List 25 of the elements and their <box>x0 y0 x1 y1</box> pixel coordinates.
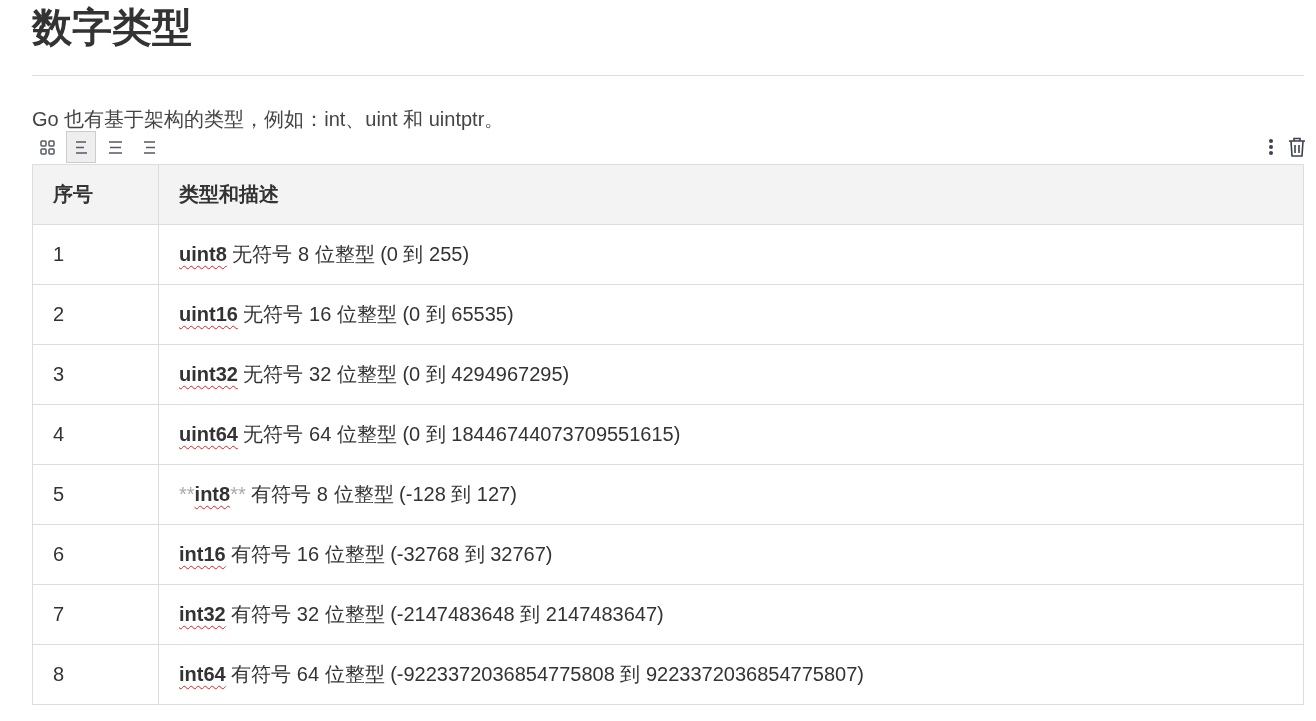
align-center-icon <box>106 138 124 156</box>
grid-icon <box>38 138 56 156</box>
table-cell: 5 <box>32 464 159 525</box>
table-cell: int64 有符号 64 位整型 (-9223372036854775808 到 9223372036854775807) <box>158 644 1304 705</box>
table-cell: 6 <box>32 524 159 585</box>
column-header: 序号 <box>32 164 159 225</box>
table-cell: uint16 无符号 16 位整型 (0 到 65535) <box>158 284 1304 345</box>
column-header: 类型和描述 <box>158 164 1304 225</box>
table-cell: 3 <box>32 344 159 405</box>
table-cell: 8 <box>32 644 159 705</box>
table-cell: uint8 无符号 8 位整型 (0 到 255) <box>158 224 1304 285</box>
align-button[interactable] <box>66 131 96 163</box>
table-cell: 4 <box>32 404 159 465</box>
more-icon[interactable] <box>1268 137 1274 157</box>
paragraph: Go 也有基于架构的类型，例如：int、uint 和 uintptr。 <box>32 107 505 132</box>
table-cell: **int8** 有符号 8 位整型 (-128 到 127) <box>158 464 1304 525</box>
trash-icon[interactable] <box>1288 137 1306 157</box>
table-cell: int16 有符号 16 位整型 (-32768 到 32767) <box>158 524 1304 585</box>
table-cell: 1 <box>32 224 159 285</box>
table-cell: int32 有符号 32 位整型 (-2147483648 到 2147483647) <box>158 584 1304 645</box>
table-cell: uint64 无符号 64 位整型 (0 到 18446744073709551615) <box>158 404 1304 465</box>
table-cell: uint32 无符号 32 位整型 (0 到 4294967295) <box>158 344 1304 405</box>
table-cell: 7 <box>32 584 159 645</box>
page-heading: 数字类型 <box>32 4 192 51</box>
table-cell: 2 <box>32 284 159 345</box>
